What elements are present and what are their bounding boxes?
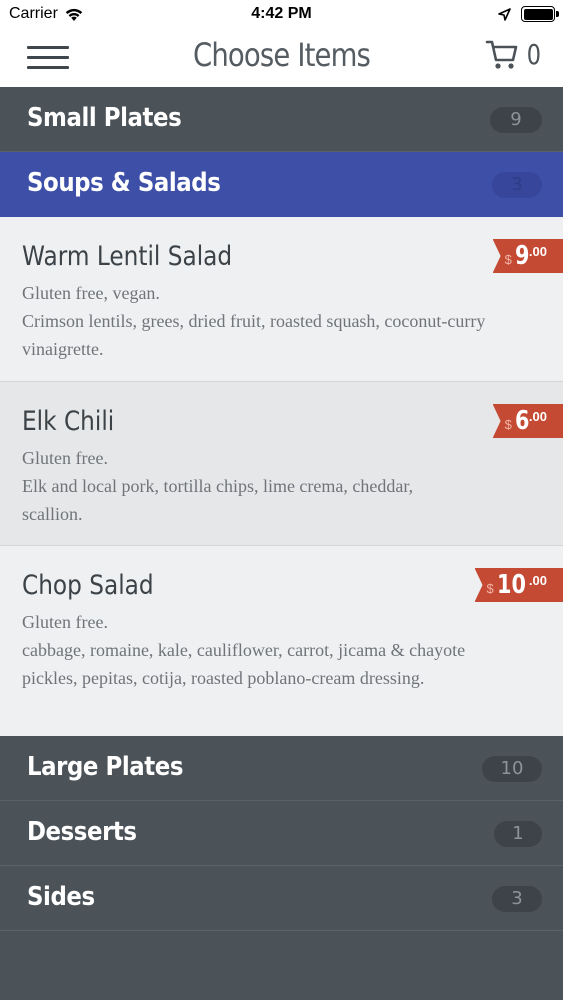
item-description: Elk and local pork, tortilla chips, lime… [22, 476, 414, 524]
price-tag: $ 9 .00 [492, 239, 563, 273]
category-label: Desserts [27, 817, 137, 847]
menu-item[interactable]: Warm Lentil Salad $ 9 .00 Gluten free, v… [0, 217, 563, 382]
category-soups-salads[interactable]: Soups & Salads 3 [0, 152, 563, 217]
price-cents: .00 [528, 244, 547, 259]
category-count-badge: 10 [482, 756, 542, 782]
category-sides[interactable]: Sides 3 [0, 866, 563, 931]
cart-button[interactable]: 0 [485, 38, 543, 71]
category-count-badge: 3 [492, 886, 542, 912]
price-currency: $ [486, 581, 494, 596]
category-label: Small Plates [27, 103, 182, 133]
status-right [498, 6, 559, 22]
item-dietary: Gluten free, vegan. [22, 283, 160, 303]
category-label: Large Plates [27, 752, 184, 782]
menu-item[interactable]: Elk Chili $ 6 .00 Gluten free. Elk and l… [0, 382, 563, 546]
category-count-badge: 1 [494, 821, 542, 847]
battery-icon [521, 6, 559, 22]
price-cents: .00 [528, 573, 547, 588]
price-dollars: 9 [514, 241, 530, 271]
price-currency: $ [504, 417, 512, 432]
category-count-badge: 3 [492, 172, 542, 198]
item-name: Elk Chili [22, 406, 115, 437]
item-name: Warm Lentil Salad [22, 241, 233, 272]
item-dietary: Gluten free. [22, 612, 108, 632]
category-desserts[interactable]: Desserts 1 [0, 801, 563, 866]
category-large-plates[interactable]: Large Plates 10 [0, 736, 563, 801]
item-description: Crimson lentils, grees, dried fruit, roa… [22, 311, 486, 359]
category-label: Soups & Salads [27, 168, 221, 198]
category-label: Sides [27, 882, 95, 912]
price-dollars: 6 [514, 406, 530, 436]
price-tag: $ 10 .00 [474, 568, 563, 602]
price-tag: $ 6 .00 [492, 404, 563, 438]
location-arrow-icon [498, 7, 511, 21]
item-dietary: Gluten free. [22, 448, 108, 468]
cart-icon [485, 40, 518, 69]
item-description: cabbage, romaine, kale, cauliflower, car… [22, 640, 466, 688]
page-title: Choose Items [192, 36, 371, 74]
price-currency: $ [504, 252, 512, 267]
category-count-badge: 9 [490, 107, 542, 133]
price-dollars: 10 [496, 570, 526, 600]
cart-count: 0 [526, 38, 542, 71]
status-time: 4:42 PM [251, 5, 312, 22]
item-name: Chop Salad [22, 570, 154, 601]
category-small-plates[interactable]: Small Plates 9 [0, 87, 563, 152]
price-cents: .00 [528, 409, 547, 424]
menu-item[interactable]: Chop Salad $ 10 .00 Gluten free. cabbage… [0, 546, 563, 736]
status-bar: Carrier 4:42 PM [0, 0, 563, 30]
nav-bar: Choose Items 0 [0, 30, 563, 87]
